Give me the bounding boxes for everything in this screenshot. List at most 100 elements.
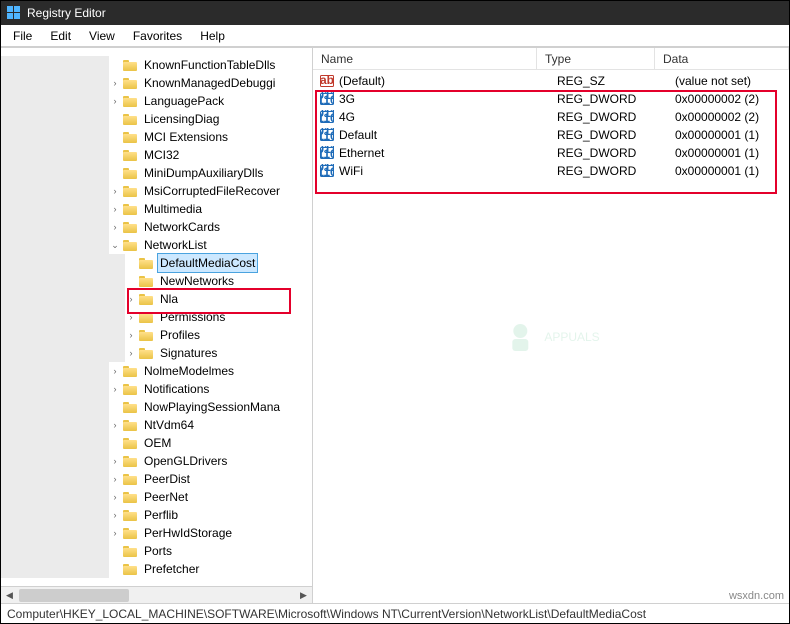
tree-node[interactable]: DefaultMediaCost (1, 254, 283, 272)
tree-node[interactable]: › LanguagePack (1, 92, 283, 110)
tree-node[interactable]: › KnownManagedDebuggi (1, 74, 283, 92)
value-row[interactable]: ab(Default)REG_SZ(value not set) (313, 72, 789, 90)
tree-node-label[interactable]: Ports (141, 542, 175, 560)
tree-node-label[interactable]: Permissions (157, 308, 228, 326)
chevron-right-icon[interactable]: › (125, 347, 137, 359)
tree-node[interactable]: › OpenGLDrivers (1, 452, 283, 470)
tree-node[interactable]: › NetworkCards (1, 218, 283, 236)
tree-node[interactable]: › NtVdm64 (1, 416, 283, 434)
tree-node-label[interactable]: MsiCorruptedFileRecover (141, 182, 283, 200)
tree-node-label[interactable]: Nla (157, 290, 181, 308)
tree-node-label[interactable]: NewNetworks (157, 272, 237, 290)
tree-node-label[interactable]: PeerDist (141, 470, 193, 488)
col-header-type[interactable]: Type (537, 48, 655, 69)
tree-node[interactable]: › Permissions (1, 308, 283, 326)
chevron-right-icon[interactable]: › (109, 473, 121, 485)
value-row[interactable]: 011110EthernetREG_DWORD0x00000001 (1) (313, 144, 789, 162)
chevron-right-icon[interactable]: › (125, 311, 137, 323)
tree-node[interactable]: NowPlayingSessionMana (1, 398, 283, 416)
tree-node-label[interactable]: MiniDumpAuxiliaryDlls (141, 164, 266, 182)
tree-node-label[interactable]: LanguagePack (141, 92, 227, 110)
tree-node[interactable]: › Signatures (1, 344, 283, 362)
chevron-right-icon[interactable]: › (109, 455, 121, 467)
chevron-right-icon[interactable]: › (125, 293, 137, 305)
tree-scroll[interactable]: KnownFunctionTableDlls › KnownManagedDebug… (1, 48, 312, 586)
scroll-right-icon[interactable]: ▶ (295, 587, 312, 604)
tree-node[interactable]: › NolmeModelmes (1, 362, 283, 380)
chevron-right-icon[interactable]: › (109, 185, 121, 197)
tree-node-label[interactable]: Signatures (157, 344, 220, 362)
tree-node-label[interactable]: OEM (141, 434, 174, 452)
tree-node-label[interactable]: PeerNet (141, 488, 191, 506)
chevron-right-icon[interactable]: › (109, 527, 121, 539)
tree-node-label[interactable]: LicensingDiag (141, 110, 222, 128)
tree-node[interactable]: › Multimedia (1, 200, 283, 218)
scroll-left-icon[interactable]: ◀ (1, 587, 18, 604)
tree-node-label[interactable]: Multimedia (141, 200, 205, 218)
tree-node-label[interactable]: KnownFunctionTableDlls (141, 56, 278, 74)
tree-node[interactable]: NewNetworks (1, 272, 283, 290)
tree-node-label[interactable]: NowPlayingSessionMana (141, 398, 283, 416)
tree-horizontal-scrollbar[interactable]: ◀ ▶ (1, 586, 312, 603)
tree-node-label[interactable]: DefaultMediaCost (157, 253, 258, 273)
tree-node[interactable]: MiniDumpAuxiliaryDlls (1, 164, 283, 182)
tree-node-label[interactable]: Notifications (141, 380, 212, 398)
tree-node-label[interactable]: NetworkCards (141, 218, 223, 236)
menu-help[interactable]: Help (192, 27, 233, 45)
col-header-data[interactable]: Data (655, 48, 789, 69)
value-row[interactable]: 011110WiFiREG_DWORD0x00000001 (1) (313, 162, 789, 180)
tree-indent-guide (61, 542, 77, 560)
tree-node[interactable]: LicensingDiag (1, 110, 283, 128)
chevron-right-icon[interactable]: › (109, 491, 121, 503)
chevron-right-icon[interactable]: › (109, 95, 121, 107)
tree-node[interactable]: › MsiCorruptedFileRecover (1, 182, 283, 200)
value-row[interactable]: 0111103GREG_DWORD0x00000002 (2) (313, 90, 789, 108)
tree-node[interactable]: KnownFunctionTableDlls (1, 56, 283, 74)
tree-node-label[interactable]: MCI32 (141, 146, 182, 164)
tree-node[interactable]: › PeerNet (1, 488, 283, 506)
tree-node[interactable]: › Profiles (1, 326, 283, 344)
chevron-down-icon[interactable]: ⌄ (109, 239, 121, 251)
tree-node[interactable]: › Perflib (1, 506, 283, 524)
tree-node-label[interactable]: NolmeModelmes (141, 362, 237, 380)
tree-node[interactable]: › PeerDist (1, 470, 283, 488)
tree-node[interactable]: MCI32 (1, 146, 283, 164)
tree-node-label[interactable]: OpenGLDrivers (141, 452, 230, 470)
chevron-right-icon[interactable]: › (109, 203, 121, 215)
chevron-right-icon[interactable]: › (109, 509, 121, 521)
chevron-right-icon[interactable]: › (109, 383, 121, 395)
titlebar[interactable]: Registry Editor (1, 1, 789, 25)
tree-node-label[interactable]: Perflib (141, 506, 181, 524)
tree-indent-guide (109, 272, 125, 290)
menu-file[interactable]: File (5, 27, 40, 45)
chevron-right-icon[interactable]: › (125, 329, 137, 341)
tree-node-label[interactable]: NtVdm64 (141, 416, 197, 434)
tree-node[interactable]: › Notifications (1, 380, 283, 398)
tree-node[interactable]: › Nla (1, 290, 283, 308)
tree-node-label[interactable]: Prefetcher (141, 560, 202, 578)
value-row[interactable]: 0111104GREG_DWORD0x00000002 (2) (313, 108, 789, 126)
menu-view[interactable]: View (81, 27, 123, 45)
col-header-name[interactable]: Name (313, 48, 537, 69)
menu-edit[interactable]: Edit (42, 27, 79, 45)
tree-node[interactable]: MCI Extensions (1, 128, 283, 146)
tree-node[interactable]: ⌄ NetworkList (1, 236, 283, 254)
menu-favorites[interactable]: Favorites (125, 27, 190, 45)
tree-node[interactable]: Ports (1, 542, 283, 560)
tree-node-label[interactable]: PerHwIdStorage (141, 524, 235, 542)
chevron-right-icon[interactable]: › (109, 221, 121, 233)
chevron-right-icon[interactable]: › (109, 365, 121, 377)
chevron-right-icon[interactable]: › (109, 77, 121, 89)
chevron-right-icon[interactable]: › (109, 419, 121, 431)
scroll-thumb[interactable] (19, 589, 129, 602)
tree-indent-guide (93, 362, 109, 380)
tree-node-label[interactable]: NetworkList (141, 236, 210, 254)
tree-node[interactable]: OEM (1, 434, 283, 452)
tree-node-label[interactable]: KnownManagedDebuggi (141, 74, 278, 92)
tree-node[interactable]: › PerHwIdStorage (1, 524, 283, 542)
values-list[interactable]: APPUALS ab(Default)REG_SZ(value not set)… (313, 70, 789, 603)
tree-node[interactable]: Prefetcher (1, 560, 283, 578)
tree-node-label[interactable]: MCI Extensions (141, 128, 231, 146)
value-row[interactable]: 011110DefaultREG_DWORD0x00000001 (1) (313, 126, 789, 144)
tree-node-label[interactable]: Profiles (157, 326, 203, 344)
